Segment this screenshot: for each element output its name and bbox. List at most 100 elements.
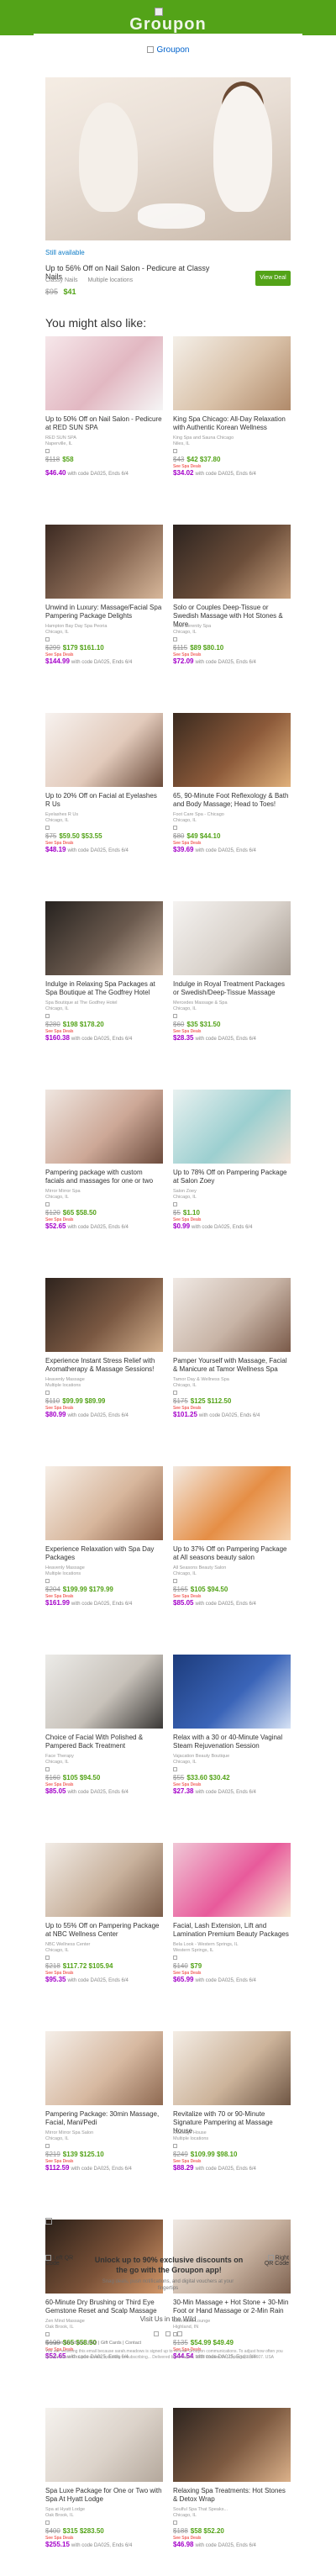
deal-image[interactable] — [45, 336, 163, 410]
code-text: with code DA025, Ends 6/4 — [67, 1225, 129, 1230]
deal-title[interactable]: Up to 20% Off on Facial at Eyelashes R U… — [45, 792, 163, 809]
code-price: $72.09 — [173, 657, 194, 665]
deal-title[interactable]: 60-Minute Dry Brushing or Third Eye Gems… — [45, 2299, 163, 2315]
deal-card[interactable]: Unwind in Luxury: Massage/Facial Spa Pam… — [45, 525, 163, 693]
deal-merchant: Eyelashes R Us Chicago, IL — [45, 812, 79, 823]
rating — [173, 1014, 179, 1019]
deal-card[interactable]: Pampering package with custom facials an… — [45, 1090, 163, 1258]
facebook-icon[interactable] — [154, 2331, 159, 2336]
rating — [173, 637, 179, 642]
left-qr-code[interactable]: Left QR Code — [45, 2255, 74, 2267]
deal-image[interactable] — [45, 901, 163, 975]
deal-price: $60 $35 $31.50 — [173, 1021, 220, 1028]
deal-card[interactable]: Facial, Lash Extension, Lift and Laminat… — [173, 1843, 291, 2011]
deal-image[interactable] — [45, 713, 163, 787]
deal-card[interactable]: Up to 55% Off on Pampering Package at NB… — [45, 1843, 163, 2011]
deal-image[interactable] — [173, 1655, 291, 1729]
deal-title[interactable]: Choice of Facial With Polished & Pampere… — [45, 1734, 163, 1750]
deal-image[interactable] — [173, 525, 291, 599]
deal-card[interactable]: 60-Minute Dry Brushing or Third Eye Gems… — [45, 2220, 163, 2388]
hero-image[interactable] — [45, 77, 291, 240]
deal-card[interactable]: 30-Min Massage + Hot Stone + 30-Min Foot… — [173, 2220, 291, 2388]
rating — [45, 449, 51, 454]
deal-image[interactable] — [173, 901, 291, 975]
deal-card[interactable]: Experience Relaxation with Spa Day Packa… — [45, 1466, 163, 1634]
star-icon — [173, 449, 177, 454]
star-icon — [173, 1579, 177, 1584]
deal-card[interactable]: Relaxing Spa Treatments: Hot Stones & De… — [173, 2408, 291, 2576]
deal-image[interactable] — [45, 1278, 163, 1352]
deal-price: $204 $199.99 $179.99 — [45, 1586, 113, 1593]
deal-image[interactable] — [173, 1466, 291, 1540]
original-price: $188 — [173, 2527, 188, 2535]
deal-title[interactable]: Experience Instant Stress Relief with Ar… — [45, 1357, 163, 1374]
right-qr-code[interactable]: Right QR Code — [260, 2255, 289, 2267]
deal-image[interactable] — [45, 525, 163, 599]
deal-card[interactable]: King Spa Chicago: All-Day Relaxation wit… — [173, 336, 291, 504]
deal-card[interactable]: Up to 20% Off on Facial at Eyelashes R U… — [45, 713, 163, 881]
deal-title[interactable]: Up to 37% Off on Pampering Package at Al… — [173, 1545, 291, 1562]
deal-image[interactable] — [45, 2031, 163, 2105]
deal-image[interactable] — [173, 2408, 291, 2482]
deal-title[interactable]: Unwind in Luxury: Massage/Facial Spa Pam… — [45, 604, 163, 620]
code-text: with code DA025, Ends 6/4 — [71, 2167, 132, 2172]
deal-title[interactable]: Pampering Package: 30min Massage, Facial… — [45, 2110, 163, 2127]
deal-card[interactable]: Indulge in Royal Treatment Packages or S… — [173, 901, 291, 1069]
code-price: $39.69 — [173, 846, 194, 853]
deal-title[interactable]: Up to 78% Off on Pampering Package at Sa… — [173, 1169, 291, 1185]
twitter-icon[interactable] — [165, 2331, 171, 2336]
deal-image[interactable] — [173, 2031, 291, 2105]
deal-card[interactable]: Choice of Facial With Polished & Pampere… — [45, 1655, 163, 1823]
deal-title[interactable]: Relaxing Spa Treatments: Hot Stones & De… — [173, 2487, 291, 2504]
deal-card[interactable]: Pamper Yourself with Massage, Facial & M… — [173, 1278, 291, 1446]
deal-image[interactable] — [173, 1278, 291, 1352]
rating — [173, 1391, 179, 1396]
deal-card[interactable]: Spa Luxe Package for One or Two with Spa… — [45, 2408, 163, 2576]
promo-code-price: $46.40 with code DA025, Ends 6/4 — [45, 469, 129, 477]
deal-title[interactable]: Up to 50% Off on Nail Salon - Pedicure a… — [45, 415, 163, 432]
deal-card[interactable]: Up to 78% Off on Pampering Package at Sa… — [173, 1090, 291, 1258]
instagram-icon[interactable] — [177, 2331, 182, 2336]
sale-price: $33.60 $30.42 — [186, 1774, 230, 1782]
deal-card[interactable]: Indulge in Relaxing Spa Packages at Spa … — [45, 901, 163, 1069]
view-deal-button[interactable]: View Deal — [255, 271, 291, 286]
deal-title[interactable]: Facial, Lash Extension, Lift and Laminat… — [173, 1922, 291, 1939]
brand-logo[interactable]: Groupon — [0, 15, 336, 34]
deal-card[interactable]: 65, 90-Minute Foot Reflexology & Bath an… — [173, 713, 291, 881]
deal-title[interactable]: Relax with a 30 or 40-Minute Vaginal Ste… — [173, 1734, 291, 1750]
deal-title[interactable]: Up to 55% Off on Pampering Package at NB… — [45, 1922, 163, 1939]
header-logo[interactable]: Groupon — [34, 45, 302, 55]
code-text: with code DA025, Ends 6/4 — [71, 1602, 133, 1607]
footer-links[interactable]: Groupon Merchant | FAQ | Gift Cards | Co… — [45, 2341, 141, 2346]
deal-title[interactable]: Indulge in Relaxing Spa Packages at Spa … — [45, 980, 163, 997]
deal-title[interactable]: Pamper Yourself with Massage, Facial & M… — [173, 1357, 291, 1374]
deal-title[interactable]: Pampering package with custom facials an… — [45, 1169, 163, 1185]
deal-image[interactable] — [45, 1466, 163, 1540]
deal-card[interactable]: Relax with a 30 or 40-Minute Vaginal Ste… — [173, 1655, 291, 1823]
code-text: with code DA025, Ends 6/4 — [67, 1790, 129, 1795]
deal-image[interactable] — [45, 1090, 163, 1164]
deal-merchant: Massage House Multiple locations — [173, 2130, 209, 2141]
deal-image[interactable] — [173, 1843, 291, 1917]
deal-image[interactable] — [173, 713, 291, 787]
deal-title[interactable]: Indulge in Royal Treatment Packages or S… — [173, 980, 291, 997]
deal-title[interactable]: King Spa Chicago: All-Day Relaxation wit… — [173, 415, 291, 432]
deal-card[interactable]: Up to 50% Off on Nail Salon - Pedicure a… — [45, 336, 163, 504]
deal-card[interactable]: Pampering Package: 30min Massage, Facial… — [45, 2031, 163, 2199]
deal-merchant: Mercedes Massage & Spa Chicago, IL — [173, 1000, 228, 1011]
deal-title[interactable]: 30-Min Massage + Hot Stone + 30-Min Foot… — [173, 2299, 291, 2315]
deal-image[interactable] — [173, 336, 291, 410]
deal-card[interactable]: Experience Instant Stress Relief with Ar… — [45, 1278, 163, 1446]
deal-card[interactable]: Revitalize with 70 or 90-Minute Signatur… — [173, 2031, 291, 2199]
deal-card[interactable]: Solo or Couples Deep-Tissue or Swedish M… — [173, 525, 291, 693]
deal-image[interactable] — [45, 1843, 163, 1917]
deal-title[interactable]: Spa Luxe Package for One or Two with Spa… — [45, 2487, 163, 2504]
promo-code-price: $144.99 with code DA025, Ends 6/4 — [45, 657, 132, 665]
deal-image[interactable] — [45, 1655, 163, 1729]
deal-card[interactable]: Up to 37% Off on Pampering Package at Al… — [173, 1466, 291, 1634]
deal-image[interactable] — [173, 1090, 291, 1164]
deal-title[interactable]: 65, 90-Minute Foot Reflexology & Bath an… — [173, 792, 291, 809]
deal-image[interactable] — [45, 2408, 163, 2482]
deal-title[interactable]: Experience Relaxation with Spa Day Packa… — [45, 1545, 163, 1562]
code-text: with code DA025, Ends 6/4 — [192, 1225, 253, 1230]
